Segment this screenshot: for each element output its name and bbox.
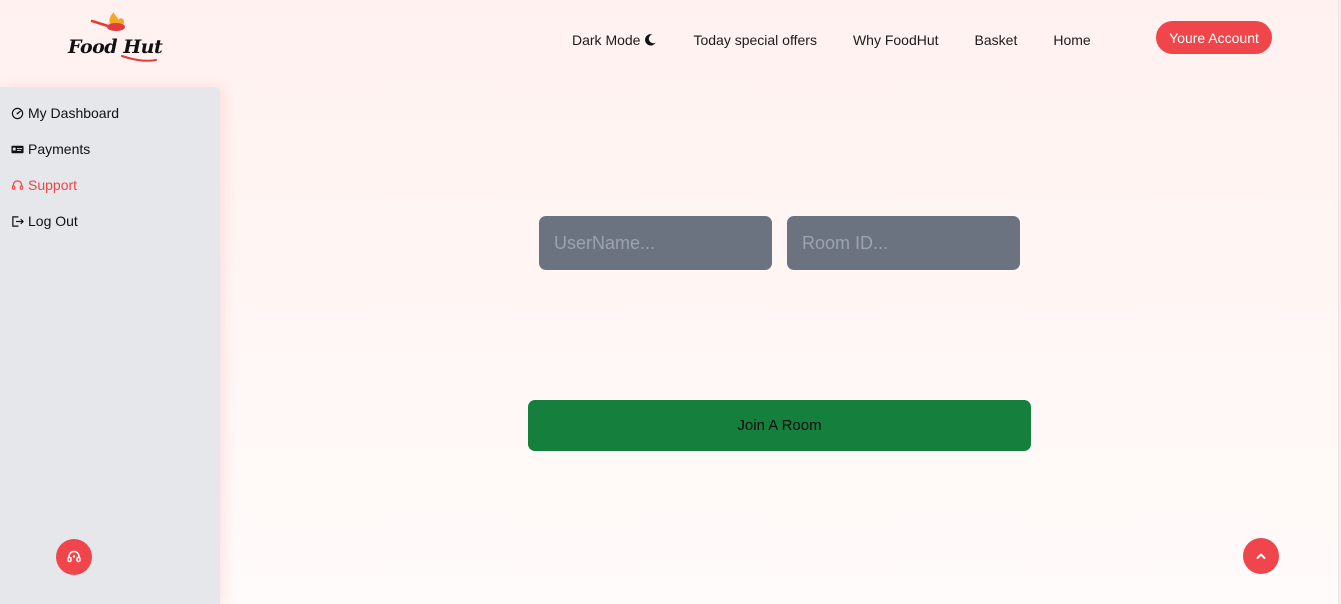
logo-text: Food Hut — [68, 36, 163, 58]
sidebar-item-label: My Dashboard — [28, 105, 120, 121]
nav-home[interactable]: Home — [1041, 32, 1102, 48]
headset-icon — [67, 550, 81, 563]
payment-card-icon — [11, 145, 24, 153]
scroll-to-top-button[interactable] — [1243, 538, 1279, 574]
chevron-up-icon — [1256, 553, 1266, 559]
nav-why-foodhut[interactable]: Why FoodHut — [841, 32, 951, 48]
sidebar-item-label: Support — [28, 177, 78, 193]
support-fab-button[interactable] — [56, 539, 92, 575]
nav-today-special-offers[interactable]: Today special offers — [681, 32, 828, 48]
join-room-button[interactable]: Join A Room — [528, 400, 1031, 451]
nav-dark-mode[interactable]: Dark Mode — [560, 32, 669, 48]
nav-dark-mode-label: Dark Mode — [572, 32, 641, 48]
username-input[interactable] — [539, 216, 772, 270]
account-button[interactable]: Youre Account — [1156, 21, 1272, 54]
sidebar: My Dashboard Payments Support Log Out — [0, 87, 220, 604]
room-id-input[interactable] — [787, 216, 1020, 270]
dashboard-icon — [11, 107, 24, 119]
top-nav: Dark Mode Today special offers Why FoodH… — [560, 29, 1115, 51]
logout-icon — [12, 215, 24, 227]
sidebar-item-logout[interactable]: Log Out — [11, 211, 78, 231]
moon-icon — [645, 34, 657, 46]
nav-basket[interactable]: Basket — [963, 32, 1030, 48]
food-hut-logo[interactable]: Food Hut — [62, 10, 163, 70]
sidebar-item-dashboard[interactable]: My Dashboard — [11, 103, 119, 123]
sidebar-item-label: Log Out — [28, 213, 78, 229]
sidebar-item-support[interactable]: Support — [11, 175, 77, 195]
sidebar-item-payments[interactable]: Payments — [11, 139, 90, 159]
sidebar-item-label: Payments — [28, 141, 91, 157]
headset-icon — [11, 179, 24, 190]
